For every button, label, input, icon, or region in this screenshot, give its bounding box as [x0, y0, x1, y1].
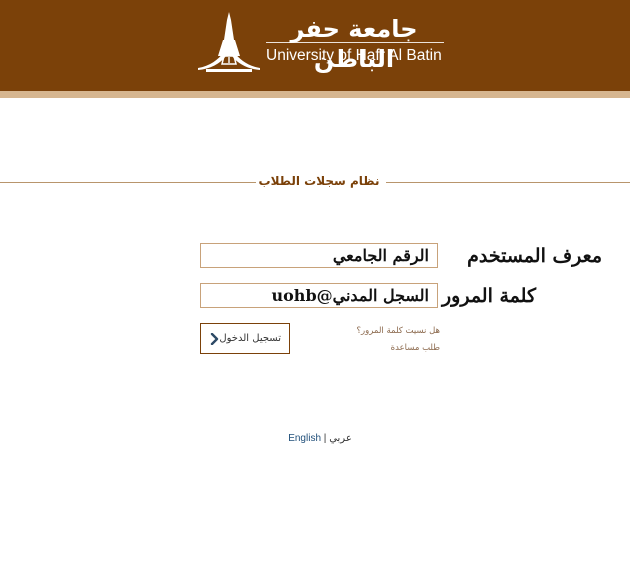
section-title: نظام سجلات الطلاب: [258, 174, 380, 188]
language-english-link[interactable]: English: [288, 433, 321, 444]
language-switcher: English | عربي: [0, 432, 630, 446]
header-accent-strip: [0, 91, 630, 98]
section-divider-right: [386, 182, 630, 183]
forgot-password-link[interactable]: هل نسيت كلمة المرور؟: [357, 325, 441, 337]
language-separator: |: [323, 433, 327, 444]
chevron-right-icon: [210, 333, 219, 345]
logo-divider: [266, 42, 444, 43]
password-label: كلمة المرور: [441, 285, 536, 307]
section-divider-left: [0, 182, 256, 183]
language-arabic-link[interactable]: عربي: [329, 433, 352, 444]
logo-english-text: University of Hafr Al Batin: [266, 47, 442, 64]
help-request-link[interactable]: طلب مساعدة: [391, 342, 440, 354]
site-header: جامعة حفر الباطن University of Hafr Al B…: [0, 0, 630, 91]
login-button-label: تسجيل الدخول: [219, 333, 281, 344]
login-button[interactable]: تسجيل الدخول: [200, 323, 290, 354]
username-input[interactable]: الرقم الجامعي: [200, 243, 438, 268]
username-label: معرف المستخدم: [467, 245, 602, 267]
university-emblem-icon: [198, 12, 260, 72]
password-input[interactable]: السجل المدني@uohb: [200, 283, 438, 308]
